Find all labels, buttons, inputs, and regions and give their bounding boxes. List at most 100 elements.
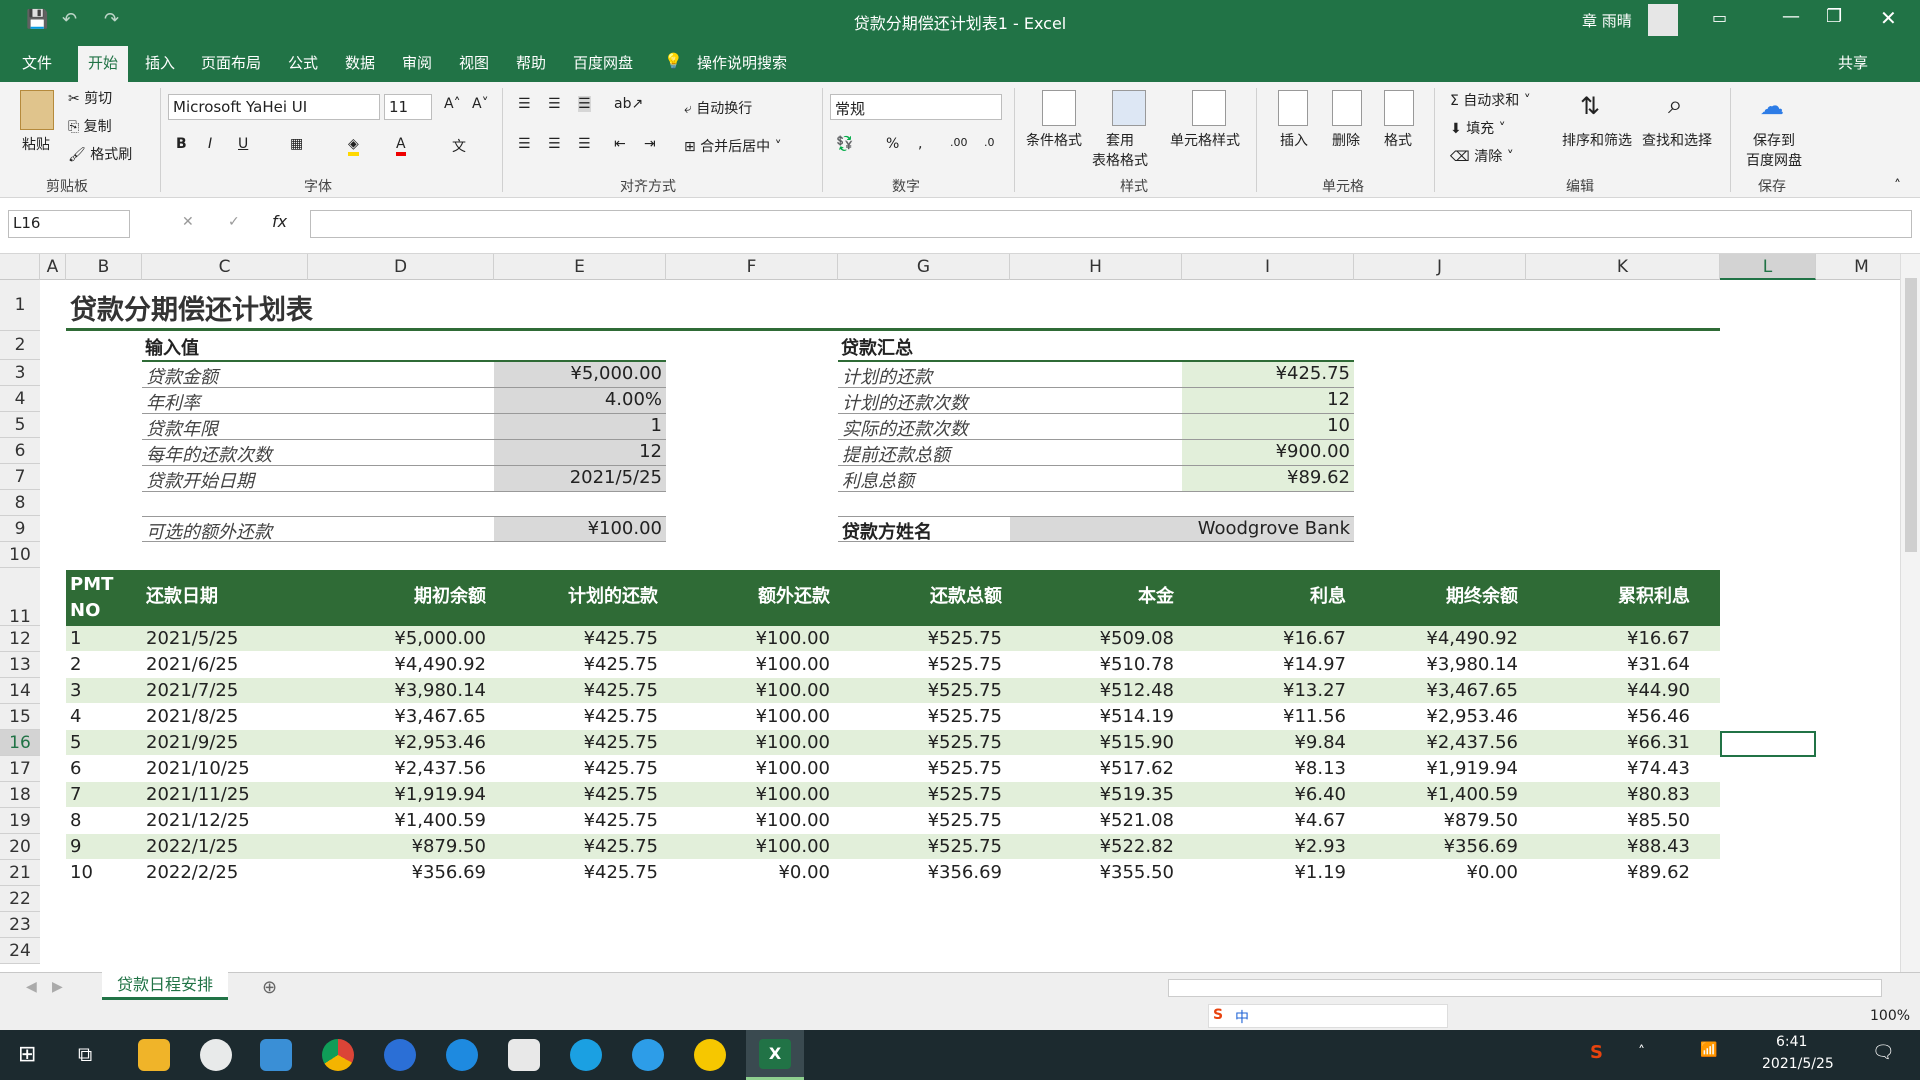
summary-row: 计划的还款 ¥425.75: [838, 362, 1354, 388]
settings-icon[interactable]: [200, 1039, 232, 1071]
horizontal-scrollbar[interactable]: [1168, 979, 1882, 997]
table-cell: ¥100.00: [755, 706, 830, 727]
table-header-cell[interactable]: 利息: [1186, 584, 1346, 610]
table-cell: ¥425.75: [583, 654, 658, 675]
notification-icon[interactable]: 🗨: [1872, 1042, 1895, 1063]
vertical-scrollbar[interactable]: [1900, 254, 1920, 972]
add-sheet-icon[interactable]: ⊕: [262, 977, 277, 998]
summary-label: 计划的还款次数: [842, 393, 968, 414]
table-cell: ¥16.67: [1283, 628, 1346, 649]
store-icon[interactable]: [508, 1039, 540, 1071]
table-cell: ¥525.75: [927, 706, 1002, 727]
summary-label: 计划的还款: [842, 367, 932, 388]
input-value: ¥5,000.00: [570, 363, 662, 384]
ime-toolbar[interactable]: S 中: [1208, 1004, 1448, 1028]
table-cell: ¥355.50: [1099, 862, 1174, 883]
summary-value: ¥89.62: [1287, 467, 1350, 488]
input-label: 贷款开始日期: [146, 471, 254, 492]
task-view-icon[interactable]: ⧉: [78, 1042, 92, 1066]
table-cell: ¥879.50: [411, 836, 486, 857]
table-cell: ¥100.00: [755, 758, 830, 779]
table-cell: ¥2,437.56: [394, 758, 486, 779]
table-header-cell[interactable]: 期终余额: [1358, 584, 1518, 610]
table-cell: ¥100.00: [755, 680, 830, 701]
app-yellow-icon[interactable]: [694, 1039, 726, 1071]
lender-row: 贷款方姓名 Woodgrove Bank: [838, 516, 1354, 543]
summary-label: 利息总额: [842, 471, 914, 492]
app-l-icon[interactable]: [384, 1039, 416, 1071]
sheet-tab-active[interactable]: 贷款日程安排: [102, 972, 228, 1000]
table-cell: ¥522.82: [1099, 836, 1174, 857]
summary-value: ¥425.75: [1275, 363, 1350, 384]
table-cell: 10: [70, 862, 93, 883]
network-icon[interactable]: 📶: [1700, 1042, 1717, 1058]
lender-value: Woodgrove Bank: [1197, 518, 1350, 539]
ie-icon[interactable]: [446, 1039, 478, 1071]
summary-row: 计划的还款次数 12: [838, 388, 1354, 414]
table-cell: ¥425.75: [583, 784, 658, 805]
input-row: 每年的还款次数 12: [142, 440, 666, 466]
sogou-tray-icon[interactable]: S: [1590, 1042, 1603, 1063]
table-cell: ¥2,953.46: [1426, 706, 1518, 727]
summary-row: 提前还款总额 ¥900.00: [838, 440, 1354, 466]
sheet-tab-bar: ◀ ▶ 贷款日程安排 ⊕: [0, 972, 1920, 1002]
table-cell: ¥11.56: [1283, 706, 1346, 727]
table-cell: ¥425.75: [583, 836, 658, 857]
table-cell: ¥100.00: [755, 732, 830, 753]
table-cell: 2022/1/25: [146, 836, 239, 857]
table-cell: ¥525.75: [927, 628, 1002, 649]
windows-start-icon[interactable]: ⊞: [18, 1042, 36, 1067]
table-header-cell[interactable]: PMT NO: [70, 572, 134, 624]
ime-mode-icon[interactable]: 中: [1235, 1007, 1249, 1027]
table-cell: ¥100.00: [755, 810, 830, 831]
table-cell: ¥425.75: [583, 862, 658, 883]
table-header-cell[interactable]: 期初余额: [312, 584, 486, 610]
table-cell: ¥425.75: [583, 628, 658, 649]
table-cell: ¥517.62: [1099, 758, 1174, 779]
table-header-cell[interactable]: 累积利息: [1530, 584, 1690, 610]
vertical-scroll-thumb[interactable]: [1905, 278, 1917, 552]
excel-taskbar-button[interactable]: X: [746, 1030, 804, 1080]
app-q-icon[interactable]: [632, 1039, 664, 1071]
selected-cell-L16[interactable]: [1720, 731, 1816, 757]
table-cell: 5: [70, 732, 82, 753]
table-header-cell[interactable]: 额外还款: [670, 584, 830, 610]
title-underline: [66, 328, 1720, 331]
table-header-cell[interactable]: 还款总额: [842, 584, 1002, 610]
input-label: 每年的还款次数: [146, 445, 272, 466]
table-cell: ¥509.08: [1099, 628, 1174, 649]
table-cell: ¥2,437.56: [1426, 732, 1518, 753]
clock-time[interactable]: 6:41: [1776, 1034, 1807, 1050]
table-header-cell[interactable]: 还款日期: [146, 584, 300, 610]
sogou-icon[interactable]: S: [1213, 1007, 1223, 1023]
table-cell: ¥1.19: [1294, 862, 1346, 883]
input-value: 2021/5/25: [569, 467, 662, 488]
summary-header: 贷款汇总: [841, 338, 913, 359]
input-value: 4.00%: [604, 389, 662, 410]
input-row: 贷款金额 ¥5,000.00: [142, 362, 666, 388]
table-cell: ¥525.75: [927, 784, 1002, 805]
zoom-level[interactable]: 100%: [1870, 1008, 1910, 1024]
photos-icon[interactable]: [260, 1039, 292, 1071]
table-cell: ¥356.69: [1443, 836, 1518, 857]
table-cell: ¥425.75: [583, 680, 658, 701]
table-header-cell[interactable]: 计划的还款: [498, 584, 658, 610]
chrome-icon[interactable]: [322, 1039, 354, 1071]
tray-expand-icon[interactable]: ˄: [1638, 1044, 1645, 1060]
status-bar: S 中 100%: [0, 1002, 1920, 1030]
worksheet[interactable]: 贷款分期偿还计划表 输入值 贷款金额 ¥5,000.00 年利率 4.00% 贷款年限 1…: [0, 0, 1900, 970]
table-cell: ¥100.00: [755, 784, 830, 805]
table-cell: ¥1,400.59: [1426, 784, 1518, 805]
table-cell: ¥100.00: [755, 628, 830, 649]
summary-value: 10: [1327, 415, 1350, 436]
clock-date[interactable]: 2021/5/25: [1762, 1056, 1834, 1072]
input-value: 12: [639, 441, 662, 462]
table-header-cell[interactable]: 本金: [1014, 584, 1174, 610]
next-sheet-icon[interactable]: ▶: [52, 979, 63, 995]
table-cell: ¥879.50: [1443, 810, 1518, 831]
browser-e-icon[interactable]: [570, 1039, 602, 1071]
file-explorer-icon[interactable]: [138, 1039, 170, 1071]
table-cell: ¥525.75: [927, 654, 1002, 675]
sheet-title: 贷款分期偿还计划表: [70, 295, 313, 326]
prev-sheet-icon[interactable]: ◀: [26, 979, 37, 995]
